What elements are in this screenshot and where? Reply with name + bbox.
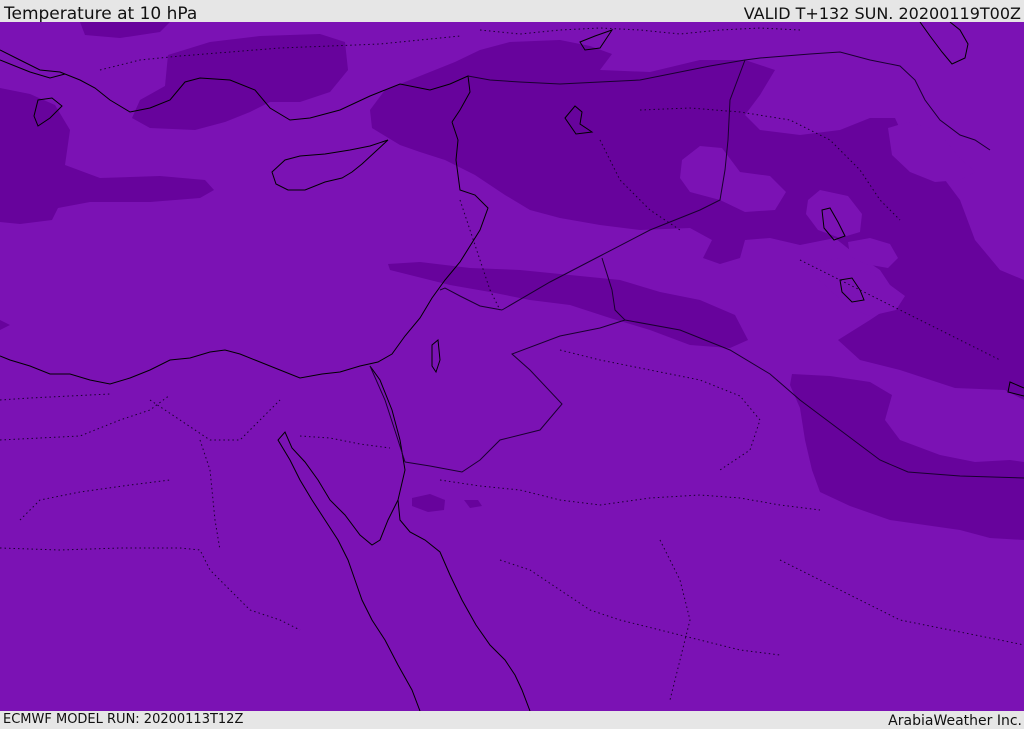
map-title: Temperature at 10 hPa xyxy=(4,4,198,24)
weather-map-page: Temperature at 10 hPa VALID T+132 SUN. 2… xyxy=(0,0,1024,729)
temperature-map[interactable] xyxy=(0,22,1024,711)
footer-bar: ECMWF MODEL RUN: 20200113T12Z ArabiaWeat… xyxy=(0,711,1024,729)
valid-time: VALID T+132 SUN. 20200119T00Z xyxy=(743,4,1021,23)
header-bar: Temperature at 10 hPa VALID T+132 SUN. 2… xyxy=(0,0,1024,24)
model-run: ECMWF MODEL RUN: 20200113T12Z xyxy=(3,712,244,727)
credit-label: ArabiaWeather Inc. xyxy=(888,713,1022,729)
